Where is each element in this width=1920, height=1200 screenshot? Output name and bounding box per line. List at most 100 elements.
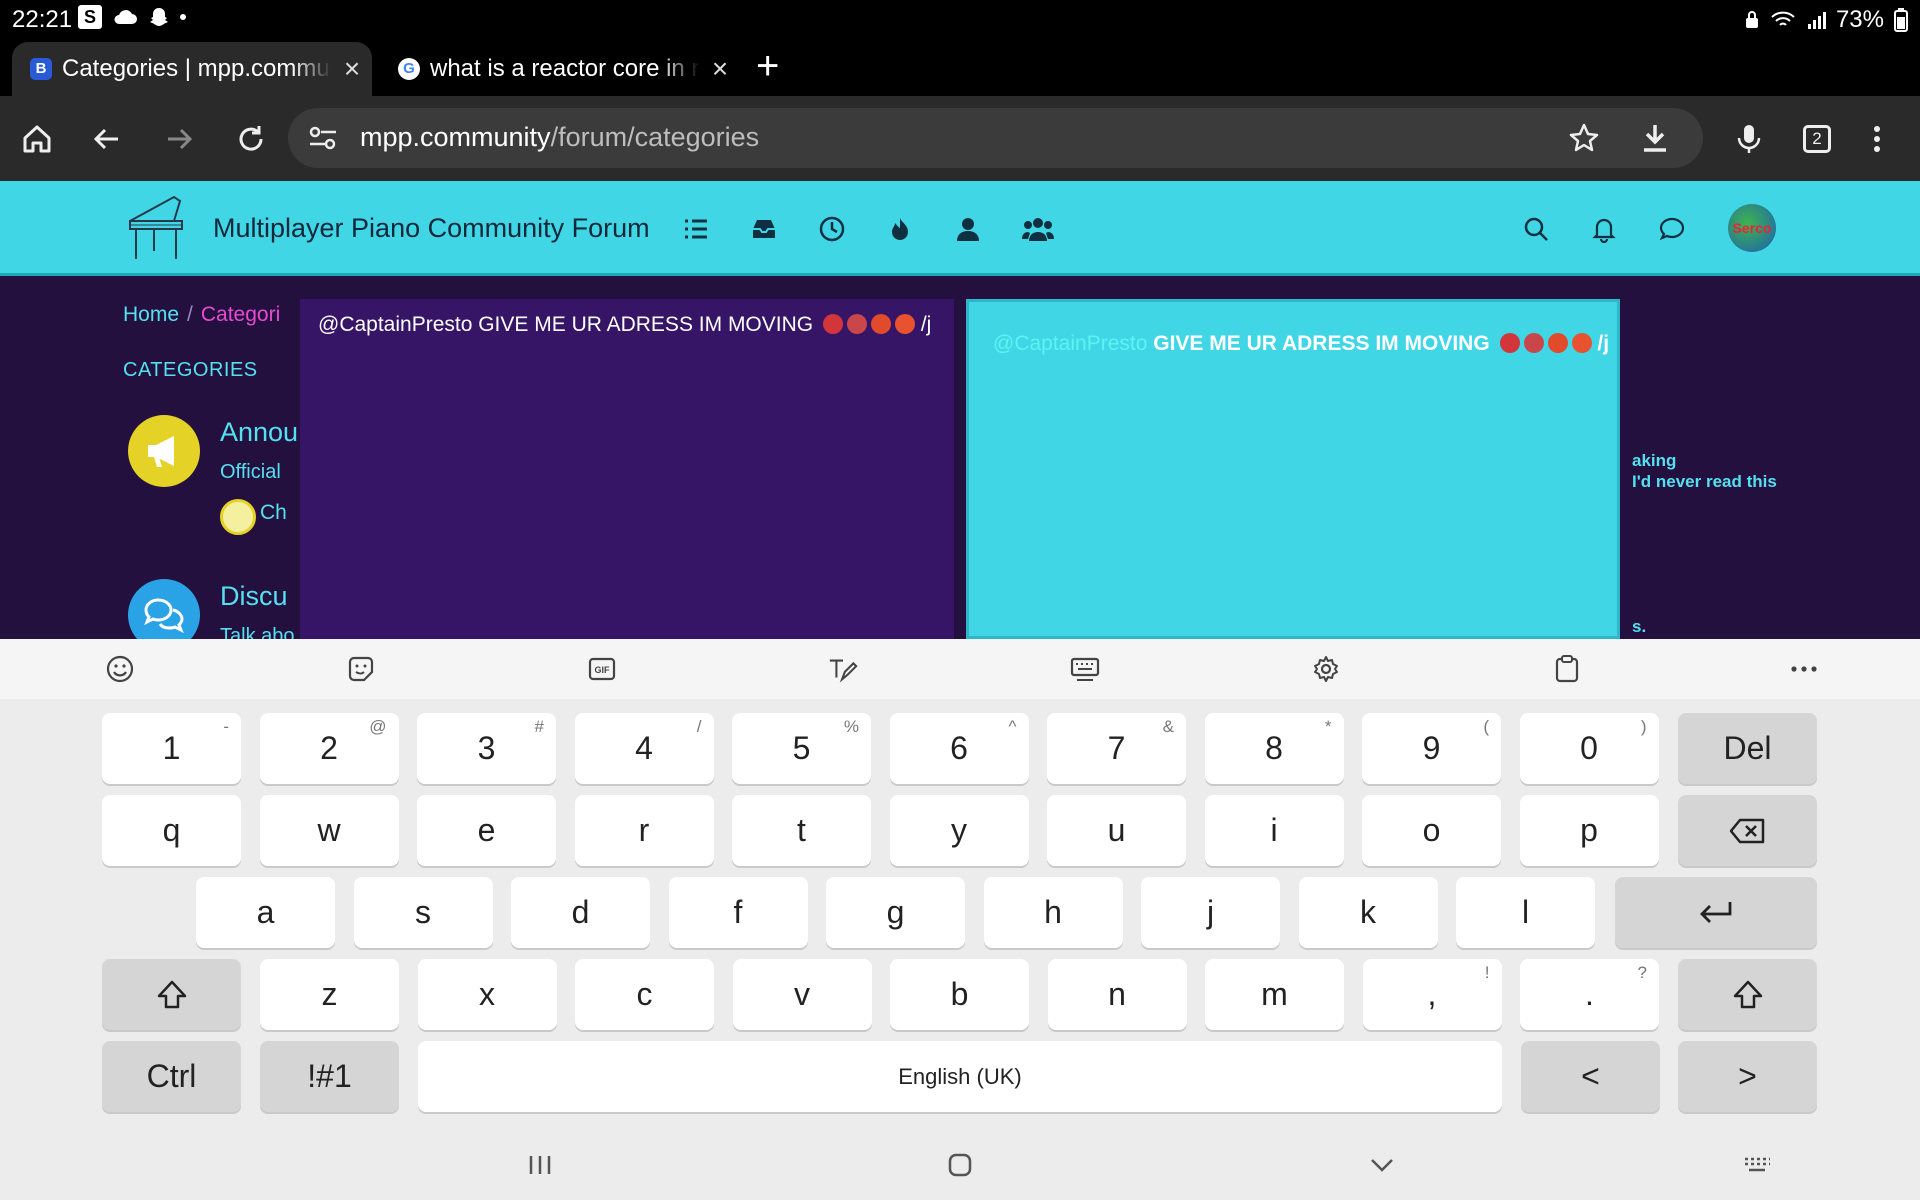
key-n[interactable]: n [1047, 959, 1187, 1030]
recent-apps-icon[interactable] [526, 1151, 554, 1179]
forward-button[interactable] [154, 114, 204, 164]
tab-count: 2 [1803, 125, 1831, 153]
key-p[interactable]: p [1519, 795, 1659, 866]
download-icon[interactable] [1640, 122, 1670, 154]
key-r[interactable]: r [574, 795, 714, 866]
category-title-announcements[interactable]: Annou [220, 417, 298, 448]
reload-button[interactable] [226, 114, 276, 164]
handwriting-icon[interactable] [827, 653, 859, 685]
more-horizontal-icon[interactable] [1788, 653, 1820, 685]
user-icon[interactable] [954, 215, 982, 243]
key-0[interactable]: 0) [1519, 713, 1659, 784]
key-t[interactable]: t [732, 795, 871, 866]
key-x[interactable]: x [417, 959, 557, 1030]
key-z[interactable]: z [260, 959, 399, 1030]
key-q[interactable]: q [102, 795, 241, 866]
space-key[interactable]: English (UK) [418, 1041, 1502, 1112]
list-icon[interactable] [682, 215, 710, 243]
key-e[interactable]: e [417, 795, 556, 866]
key-b[interactable]: b [890, 959, 1029, 1030]
key-9[interactable]: 9( [1362, 713, 1501, 784]
key-f[interactable]: f [668, 877, 808, 948]
key-4[interactable]: 4/ [574, 713, 714, 784]
preview-mention[interactable]: @CaptainPresto [993, 332, 1147, 355]
key-label: v [794, 976, 810, 1012]
group-icon[interactable] [1022, 215, 1054, 243]
key-i[interactable]: i [1204, 795, 1344, 866]
new-tab-button[interactable]: + [756, 44, 779, 89]
key-h[interactable]: h [983, 877, 1123, 948]
breadcrumb-home[interactable]: Home [123, 303, 179, 326]
key-8[interactable]: 8 * [1204, 713, 1344, 784]
close-tab-icon[interactable]: × [700, 53, 740, 85]
keyboard-switch-icon[interactable] [1742, 1151, 1772, 1179]
site-settings-icon[interactable] [308, 124, 338, 152]
key-5[interactable]: 5% [732, 713, 871, 784]
key-1[interactable]: 1- [102, 713, 241, 784]
category-icon-announcements[interactable] [128, 415, 200, 487]
key-j[interactable]: j [1141, 877, 1280, 948]
key-7[interactable]: 7 & [1047, 713, 1186, 784]
child-category-icon[interactable] [220, 499, 256, 535]
key-6[interactable]: 6 ^ [889, 713, 1029, 784]
home-nav-icon[interactable] [946, 1151, 974, 1179]
chat-icon[interactable] [1658, 215, 1686, 243]
sticker-icon[interactable] [345, 653, 377, 685]
keyboard-mode-icon[interactable] [1069, 653, 1101, 685]
composer-content: @CaptainPresto GIVE ME UR ADRESS IM MOVI… [318, 313, 931, 337]
key-period[interactable]: .? [1520, 959, 1659, 1030]
category-title-discussion[interactable]: Discu [220, 581, 288, 612]
close-tab-icon[interactable]: × [332, 53, 372, 85]
shift-key-left[interactable] [102, 959, 241, 1030]
key-d[interactable]: d [511, 877, 650, 948]
backspace-key[interactable] [1678, 795, 1817, 866]
cursor-left-key[interactable]: < [1521, 1041, 1660, 1112]
user-avatar[interactable]: Serco [1728, 204, 1776, 252]
key-v[interactable]: v [732, 959, 872, 1030]
home-button[interactable] [12, 114, 62, 164]
address-bar[interactable]: mpp.community/forum/categories [288, 108, 1703, 168]
gif-icon[interactable]: GIF [586, 653, 618, 685]
star-icon[interactable] [1568, 122, 1600, 154]
tab-google-search[interactable]: G what is a reactor core in real life × [380, 42, 740, 96]
emoji-icon[interactable] [104, 653, 136, 685]
tab-categories[interactable]: B Categories | mpp.community × [12, 42, 372, 96]
key-3[interactable]: 3 # [417, 713, 556, 784]
key-2[interactable]: 2 @ [259, 713, 399, 784]
piano-logo-icon[interactable] [124, 191, 190, 263]
clipboard-icon[interactable] [1551, 653, 1583, 685]
cursor-right-key[interactable]: > [1678, 1041, 1817, 1112]
key-l[interactable]: l [1456, 877, 1595, 948]
child-category-label[interactable]: Ch [260, 501, 287, 525]
clock-icon[interactable] [818, 215, 846, 243]
key-s[interactable]: s [353, 877, 493, 948]
key-c[interactable]: c [575, 959, 714, 1030]
key-o[interactable]: o [1362, 795, 1501, 866]
symbols-key[interactable]: !#1 [260, 1041, 399, 1112]
category-icon-discussion[interactable] [128, 579, 200, 639]
fire-icon[interactable] [886, 215, 914, 243]
back-button[interactable] [82, 114, 132, 164]
key-u[interactable]: u [1047, 795, 1186, 866]
composer-textarea[interactable]: @CaptainPresto GIVE ME UR ADRESS IM MOVI… [300, 299, 954, 639]
key-m[interactable]: m [1205, 959, 1344, 1030]
ctrl-key[interactable]: Ctrl [102, 1041, 241, 1112]
voice-search-button[interactable] [1724, 114, 1774, 164]
key-k[interactable]: k [1298, 877, 1438, 948]
key-a[interactable]: a [196, 877, 335, 948]
key-w[interactable]: w [259, 795, 399, 866]
key-y[interactable]: y [889, 795, 1029, 866]
del-key[interactable]: Del [1678, 713, 1817, 784]
search-icon[interactable] [1522, 215, 1550, 243]
key-g[interactable]: g [826, 877, 965, 948]
bell-icon[interactable] [1590, 215, 1618, 243]
hide-keyboard-icon[interactable] [1368, 1151, 1396, 1179]
enter-key[interactable] [1615, 877, 1817, 948]
key-comma[interactable]: ,! [1362, 959, 1502, 1030]
gear-icon[interactable] [1310, 653, 1342, 685]
forum-title[interactable]: Multiplayer Piano Community Forum [213, 213, 650, 244]
shift-key-right[interactable] [1678, 959, 1817, 1030]
menu-button[interactable] [1852, 114, 1902, 164]
inbox-icon[interactable] [750, 215, 778, 243]
tab-switcher-button[interactable]: 2 [1792, 114, 1842, 164]
